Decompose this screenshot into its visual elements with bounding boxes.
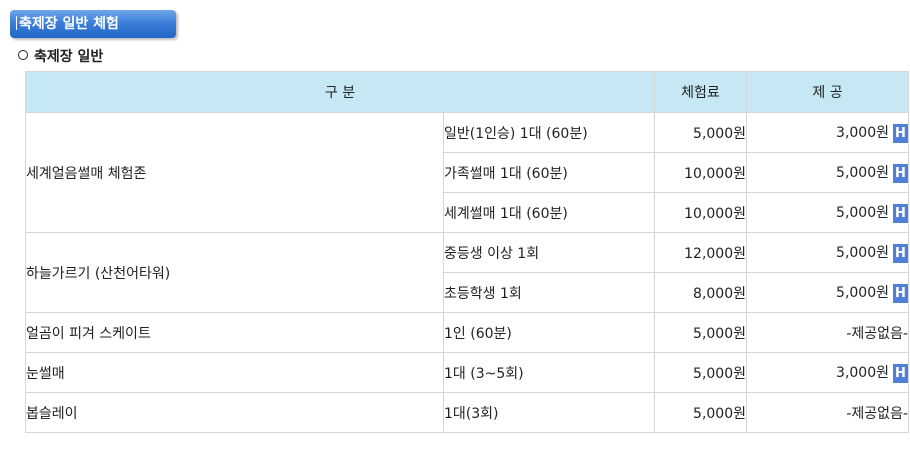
header-provided: 제 공 <box>746 71 909 113</box>
provided-value: 3,000원 <box>836 365 889 382</box>
option-cell: 1인 (60분) <box>443 312 655 353</box>
price-cell: 5,000원 <box>654 352 747 393</box>
table-row: 하늘가르기 (산천어타워) 중등생 이상 1회 12,000원 5,000원 H <box>25 232 909 313</box>
provided-cell: 3,000원 H <box>746 352 909 393</box>
provided-cell: 5,000원 H <box>746 192 909 233</box>
option-cell: 초등학생 1회 <box>443 272 655 313</box>
provided-value: 5,000원 <box>836 245 889 262</box>
option-cell: 1대 (3~5회) <box>443 352 655 393</box>
provided-value: 3,000원 <box>836 125 889 142</box>
page-title: 축제장 일반 체험 <box>19 16 119 32</box>
provided-cell: 5,000원 H <box>746 152 909 193</box>
provided-value: 5,000원 <box>836 205 889 222</box>
price-cell: 12,000원 <box>654 232 747 273</box>
option-cell: 중등생 이상 1회 <box>443 232 655 273</box>
category-cell: 하늘가르기 (산천어타워) <box>25 232 444 313</box>
provided-value: -제공없음- <box>846 325 908 342</box>
h-badge-icon: H <box>893 203 908 223</box>
category-cell: 얼곰이 피겨 스케이트 <box>25 312 444 353</box>
price-cell: 5,000원 <box>654 312 747 353</box>
category-cell: 눈썰매 <box>25 352 444 393</box>
price-cell: 5,000원 <box>654 392 747 433</box>
table-row: 세계얼음썰매 체험존 일반(1인승) 1대 (60분) 5,000원 3,000… <box>25 112 909 233</box>
category-cell: 세계얼음썰매 체험존 <box>25 112 444 233</box>
h-badge-icon: H <box>893 283 908 303</box>
option-cell: 가족썰매 1대 (60분) <box>443 152 655 193</box>
provided-cell: 3,000원 H <box>746 112 909 153</box>
provided-cell: -제공없음- <box>746 392 909 433</box>
h-badge-icon: H <box>893 163 908 183</box>
header-price: 체험료 <box>654 71 747 113</box>
section-subtitle-text: 축제장 일반 <box>34 49 104 65</box>
price-cell: 10,000원 <box>654 152 747 193</box>
price-cell: 5,000원 <box>654 112 747 153</box>
circle-bullet-icon <box>18 50 28 60</box>
option-cell: 일반(1인승) 1대 (60분) <box>443 112 655 153</box>
section-title-bar: 축제장 일반 체험 <box>10 10 176 38</box>
option-cell: 1대(3회) <box>443 392 655 433</box>
h-badge-icon: H <box>893 123 908 143</box>
table-header-row: 구 분 체험료 제 공 <box>25 71 909 113</box>
option-cell: 세계썰매 1대 (60분) <box>443 192 655 233</box>
provided-value: -제공없음- <box>846 405 908 422</box>
table-row: 얼곰이 피겨 스케이트 1인 (60분) 5,000원 -제공없음- <box>25 312 909 353</box>
h-badge-icon: H <box>893 363 908 383</box>
provided-cell: 5,000원 H <box>746 232 909 273</box>
provided-value: 5,000원 <box>836 165 889 182</box>
provided-cell: -제공없음- <box>746 312 909 353</box>
header-category: 구 분 <box>25 71 655 113</box>
category-cell: 봅슬레이 <box>25 392 444 433</box>
table-row: 봅슬레이 1대(3회) 5,000원 -제공없음- <box>25 392 909 433</box>
h-badge-icon: H <box>893 243 908 263</box>
section-subtitle: 축제장 일반 <box>18 46 103 66</box>
price-cell: 8,000원 <box>654 272 747 313</box>
table-row: 눈썰매 1대 (3~5회) 5,000원 3,000원 H <box>25 352 909 393</box>
fee-table: 구 분 체험료 제 공 세계얼음썰매 체험존 일반(1인승) 1대 (60분) … <box>25 71 909 433</box>
provided-value: 5,000원 <box>836 285 889 302</box>
provided-cell: 5,000원 H <box>746 272 909 313</box>
title-divider-mark <box>16 16 17 30</box>
price-cell: 10,000원 <box>654 192 747 233</box>
